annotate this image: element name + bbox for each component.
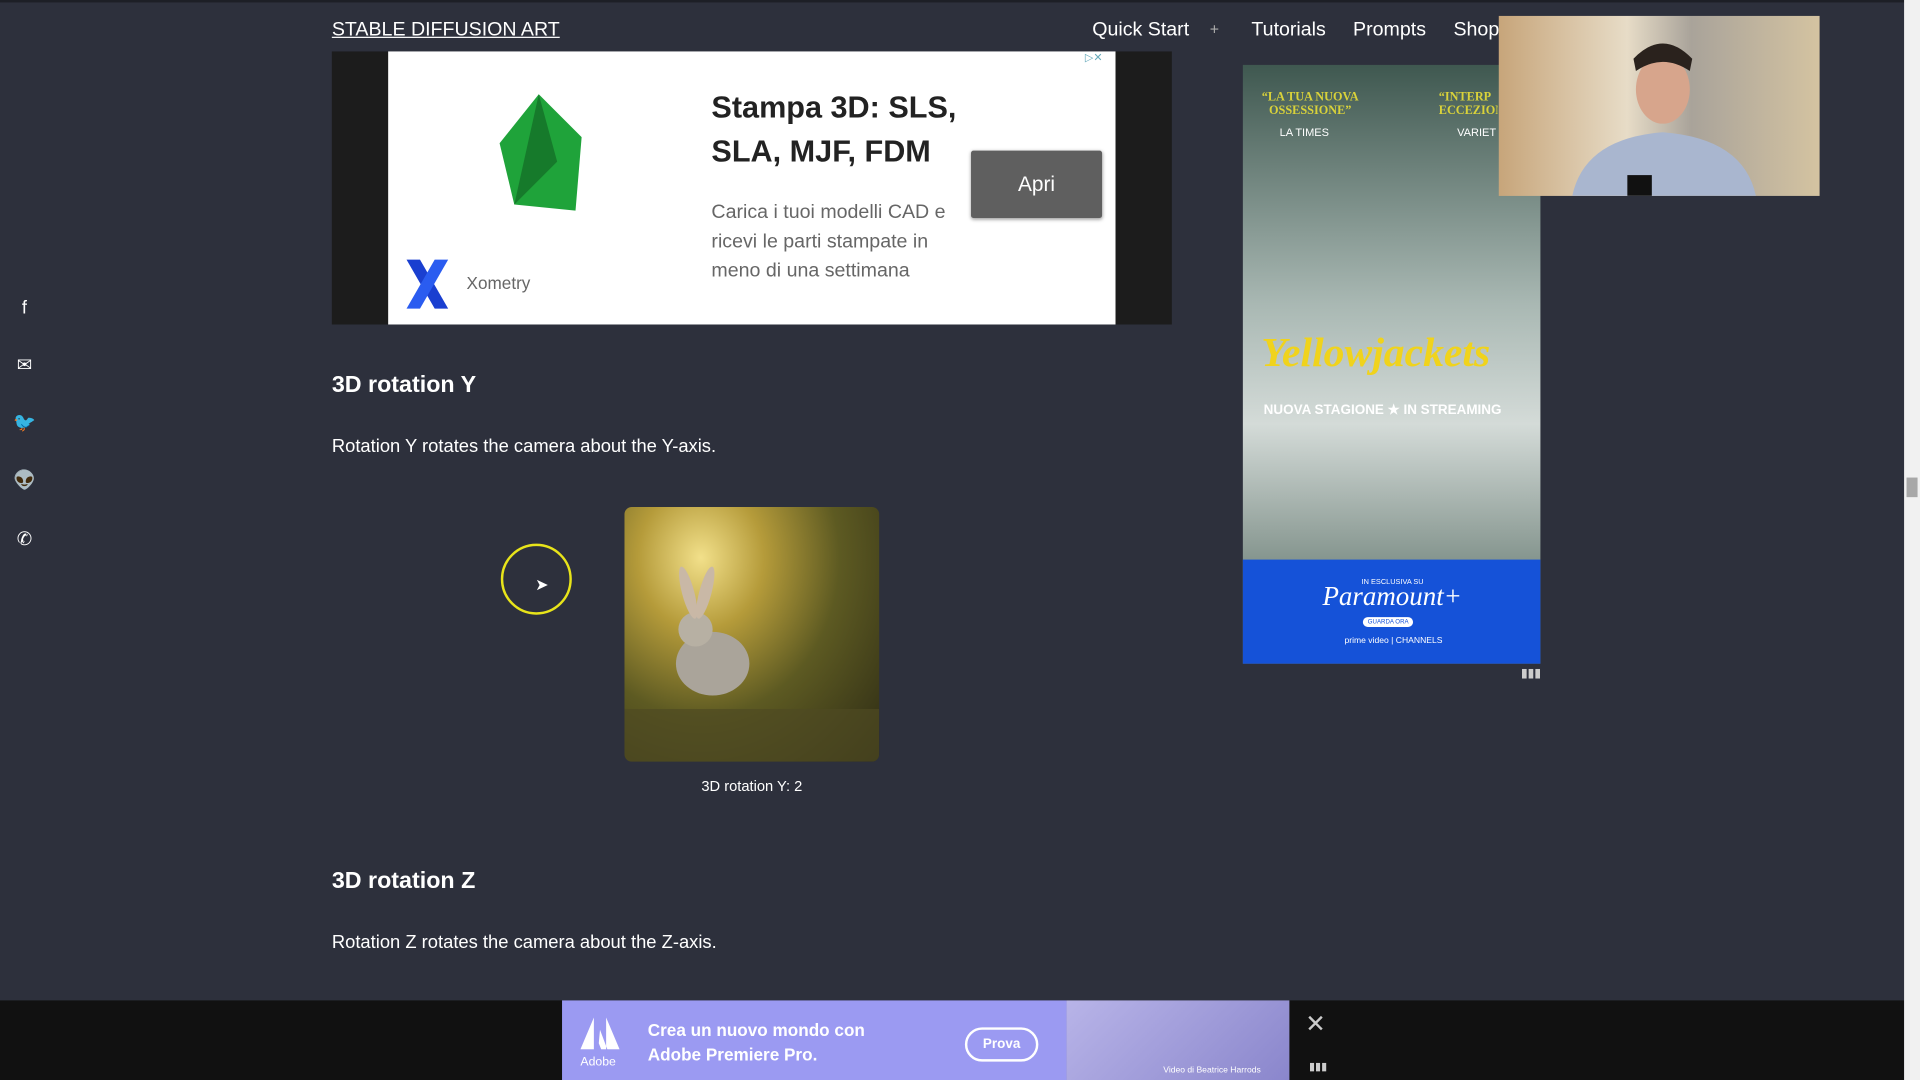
ad-open-button[interactable]: Apri bbox=[971, 150, 1103, 218]
nav-tutorials[interactable]: Tutorials bbox=[1251, 20, 1325, 42]
ad-tagline: NUOVA STAGIONE ★ IN STREAMING bbox=[1263, 402, 1502, 418]
reddit-icon[interactable]: 👽 bbox=[12, 468, 36, 492]
section-text-rotation-z: Rotation Z rotates the camera about the … bbox=[331, 931, 717, 953]
top-border bbox=[0, 0, 1920, 3]
try-button[interactable]: Prova bbox=[964, 1027, 1039, 1062]
scrollbar[interactable] bbox=[1904, 0, 1920, 1080]
facebook-icon[interactable]: f bbox=[12, 295, 36, 319]
video-credit: Video di Beatrice Harrods bbox=[1163, 1066, 1261, 1076]
ad-source-1: LA TIMES bbox=[1279, 126, 1330, 139]
ad-quote-1: “LA TUA NUOVA OSSESSIONE” bbox=[1261, 90, 1359, 118]
section-text-rotation-y: Rotation Y rotates the camera about the … bbox=[331, 435, 717, 457]
section-heading-rotation-z: 3D rotation Z bbox=[331, 868, 476, 894]
ad-description: Carica i tuoi modelli CAD e ricevi le pa… bbox=[711, 202, 946, 282]
ad-quote-2: “INTERP ECCEZION bbox=[1438, 90, 1498, 118]
email-icon[interactable]: ✉ bbox=[12, 353, 36, 377]
adobe-logo-icon bbox=[580, 1017, 620, 1050]
advertiser-name: Xometry bbox=[466, 273, 531, 293]
site-logo-link[interactable]: STABLE DIFFUSION ART bbox=[332, 20, 560, 42]
nav-shop[interactable]: Shop bbox=[1453, 20, 1499, 42]
image-caption: 3D rotation Y: 2 bbox=[701, 777, 803, 795]
ad-cta[interactable]: GUARDA ORA bbox=[1362, 617, 1414, 627]
nav-prompts[interactable]: Prompts bbox=[1353, 20, 1426, 42]
nav-quick-start[interactable]: Quick Start bbox=[1092, 20, 1189, 42]
whatsapp-icon[interactable]: ✆ bbox=[12, 527, 36, 551]
rabbit-image[interactable] bbox=[624, 506, 880, 762]
ad-network-icon: ▮▮▮ bbox=[1308, 1060, 1328, 1073]
ad-title[interactable]: Stampa 3D: SLS, SLA, MJF, FDM bbox=[711, 86, 980, 174]
adobe-logo-text: Adobe bbox=[580, 1055, 616, 1069]
paramount-logo: Paramount+ bbox=[1322, 580, 1462, 612]
close-ad-button[interactable]: ✕ bbox=[1305, 1009, 1326, 1040]
bottom-ad-line-1: Crea un nuovo mondo con bbox=[647, 1020, 865, 1040]
adchoices-close-icon[interactable]: ▷✕ bbox=[1085, 51, 1103, 64]
3d-part-image bbox=[499, 94, 582, 211]
ad-source-2: VARIET bbox=[1457, 126, 1497, 139]
twitter-icon[interactable]: 🐦 bbox=[12, 410, 36, 434]
ad-show-title: Yellowjackets bbox=[1261, 330, 1491, 376]
webcam-overlay bbox=[1498, 15, 1820, 196]
ad-network-icon: ▮▮▮ bbox=[1520, 667, 1542, 681]
ad-channels: prime video | CHANNELS bbox=[1344, 636, 1443, 646]
scrollbar-thumb[interactable] bbox=[1906, 477, 1918, 498]
section-heading-rotation-y: 3D rotation Y bbox=[331, 372, 477, 398]
mouse-cursor-icon: ➤ bbox=[535, 575, 549, 594]
bottom-ad-line-2: Adobe Premiere Pro. bbox=[647, 1044, 818, 1065]
xometry-logo-icon bbox=[406, 259, 449, 309]
nav-expand-icon[interactable]: + bbox=[1210, 20, 1219, 38]
